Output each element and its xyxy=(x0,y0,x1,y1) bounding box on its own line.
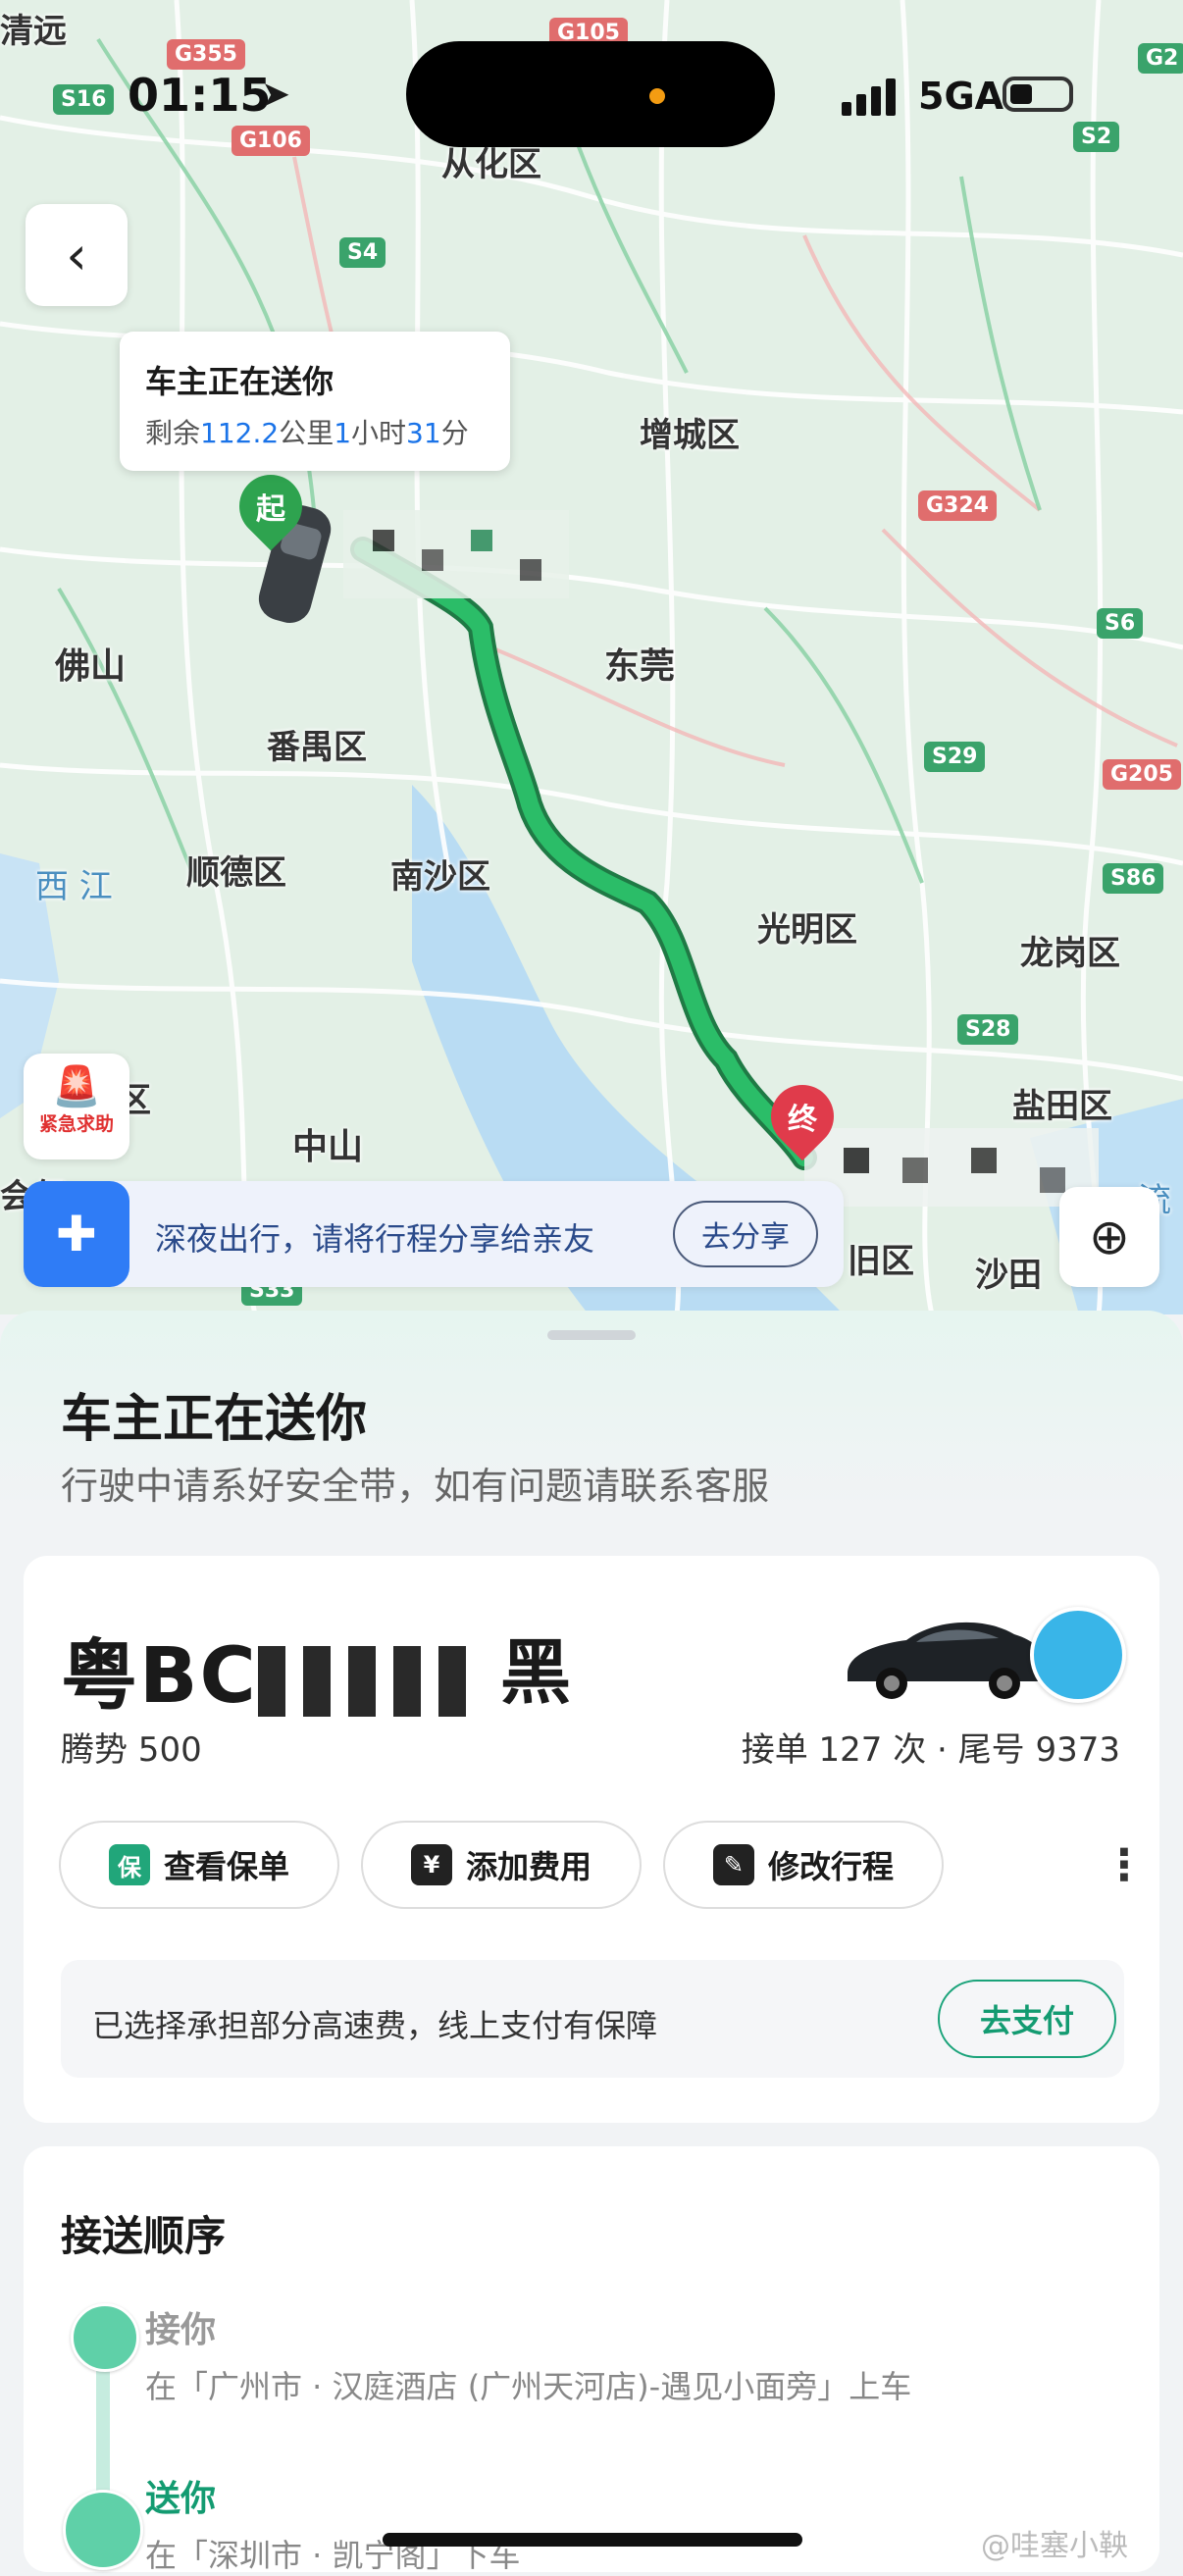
add-fee-button[interactable]: ¥ 添加费用 xyxy=(361,1821,642,1909)
pickup-detail: 在「广州市 · 汉庭酒店 (广州天河店)-遇见小面旁」上车 xyxy=(145,2368,912,2405)
car-image xyxy=(848,1622,1048,1699)
sheet-handle[interactable] xyxy=(547,1330,636,1340)
map-label-dongguan: 东莞 xyxy=(604,646,676,687)
signal-icon xyxy=(842,78,896,116)
car-model: 腾势 500 xyxy=(61,1730,202,1770)
dynamic-island xyxy=(406,41,775,147)
home-indicator[interactable] xyxy=(383,2533,802,2547)
pickup-label: 接你 xyxy=(145,2310,217,2350)
locate-me-button[interactable]: ⊕ xyxy=(1059,1187,1159,1287)
more-options-icon[interactable]: ⋮ xyxy=(1103,1840,1146,1890)
dropoff-avatar-icon xyxy=(63,2490,143,2570)
modify-trip-label: 修改行程 xyxy=(767,1848,894,1885)
toll-text: 已选择承担部分高速费，线上支付有保障 xyxy=(92,2007,658,2044)
hwy-s6: S6 xyxy=(1097,608,1144,639)
map-label-yantian: 盐田区 xyxy=(1012,1087,1112,1126)
map-label-longgang: 龙岗区 xyxy=(1020,934,1120,973)
map-label-shatian: 沙田 xyxy=(975,1256,1042,1295)
view-policy-label: 查看保单 xyxy=(163,1848,289,1885)
trip-status-bubble: 车主正在送你 剩余112.2公里1小时31分 xyxy=(120,332,510,471)
route-map[interactable]: 清远 从化区 增城区 佛山 东莞 番禺区 顺德区 南沙区 光明区 龙岗区 中山 … xyxy=(0,0,1183,1314)
modify-trip-button[interactable]: ✎ 修改行程 xyxy=(663,1821,944,1909)
share-button[interactable]: 去分享 xyxy=(673,1201,818,1267)
watermark: @哇塞小鞅 xyxy=(981,2529,1128,2563)
map-label-zhongshan: 中山 xyxy=(292,1127,364,1167)
pay-button[interactable]: 去支付 xyxy=(938,1980,1116,2058)
sequence-title: 接送顺序 xyxy=(61,2212,227,2260)
bubble-title: 车主正在送你 xyxy=(145,363,334,400)
status-bar: 01:15 ➤ 5GA xyxy=(0,0,1183,196)
insurance-icon: 保 xyxy=(108,1844,150,1885)
start-pin: 起 xyxy=(226,461,316,551)
emergency-button[interactable]: 🚨 紧急求助 xyxy=(24,1054,129,1159)
pickup-avatar-icon xyxy=(71,2303,139,2372)
driver-trips: 接单 127 次 · 尾号 9373 xyxy=(741,1730,1120,1770)
map-label-xijiang: 西 江 xyxy=(35,867,113,906)
map-canvas xyxy=(0,0,1183,1314)
dropoff-label: 送你 xyxy=(145,2479,217,2519)
receipt-icon: ¥ xyxy=(410,1844,452,1885)
sheet-subtitle: 行驶中请系好安全带，如有问题请联系客服 xyxy=(61,1465,770,1508)
hwy-s28: S28 xyxy=(957,1014,1019,1045)
hwy-g205: G205 xyxy=(1103,759,1181,790)
hwy-s4: S4 xyxy=(339,237,386,268)
hwy-s29: S29 xyxy=(924,742,986,772)
battery-icon xyxy=(1003,77,1073,112)
emergency-label: 紧急求助 xyxy=(38,1113,114,1135)
map-label-guangming: 光明区 xyxy=(757,910,857,950)
alarm-icon: 🚨 xyxy=(52,1064,101,1109)
trip-sheet: 车主正在送你 行驶中请系好安全带，如有问题请联系客服 粤BC 黑 腾势 500 … xyxy=(0,1311,1183,2574)
map-label-nansha: 南沙区 xyxy=(390,857,490,897)
driver-card: 粤BC 黑 腾势 500 接单 127 次 · 尾号 9373 保 查看保单 ¥… xyxy=(24,1556,1159,2123)
map-label-qu-2: 旧区 xyxy=(848,1242,914,1281)
bubble-remaining: 剩余112.2公里1小时31分 xyxy=(145,417,469,449)
recording-dot-icon xyxy=(649,88,665,104)
add-fee-label: 添加费用 xyxy=(465,1848,592,1885)
view-policy-button[interactable]: 保 查看保单 xyxy=(59,1821,339,1909)
map-label-zengcheng: 增城区 xyxy=(640,416,740,455)
network-type: 5GA xyxy=(918,75,1004,118)
share-text: 深夜出行，请将行程分享给亲友 xyxy=(155,1220,595,1258)
status-time: 01:15 xyxy=(128,69,272,122)
sheet-title: 车主正在送你 xyxy=(61,1390,368,1449)
share-banner: ✚ 深夜出行，请将行程分享给亲友 去分享 xyxy=(24,1181,844,1287)
map-label-shunde: 顺德区 xyxy=(186,853,286,893)
edit-icon: ✎ xyxy=(712,1844,754,1885)
pickup-sequence-card: 接送顺序 接你 在「广州市 · 汉庭酒店 (广州天河店)-遇见小面旁」上车 送你… xyxy=(24,2146,1159,2574)
shield-plus-icon: ✚ xyxy=(24,1181,129,1287)
plate-blur xyxy=(257,1645,484,1717)
map-label-panyu: 番禺区 xyxy=(267,728,367,767)
car-color: 黑 xyxy=(500,1631,572,1714)
hwy-g324: G324 xyxy=(918,490,997,521)
hwy-s86: S86 xyxy=(1103,863,1164,894)
chevron-left-icon: ‹ xyxy=(66,224,87,286)
driver-avatar[interactable] xyxy=(1030,1607,1126,1703)
location-arrow-icon: ➤ xyxy=(261,75,291,115)
map-label-foshan: 佛山 xyxy=(55,646,127,687)
toll-notice: 已选择承担部分高速费，线上支付有保障 去支付 xyxy=(61,1960,1124,2078)
end-pin: 终 xyxy=(757,1071,848,1161)
back-button[interactable]: ‹ xyxy=(26,204,128,306)
crosshair-icon: ⊕ xyxy=(1089,1209,1130,1265)
license-plate: 粤BC xyxy=(61,1615,484,1725)
